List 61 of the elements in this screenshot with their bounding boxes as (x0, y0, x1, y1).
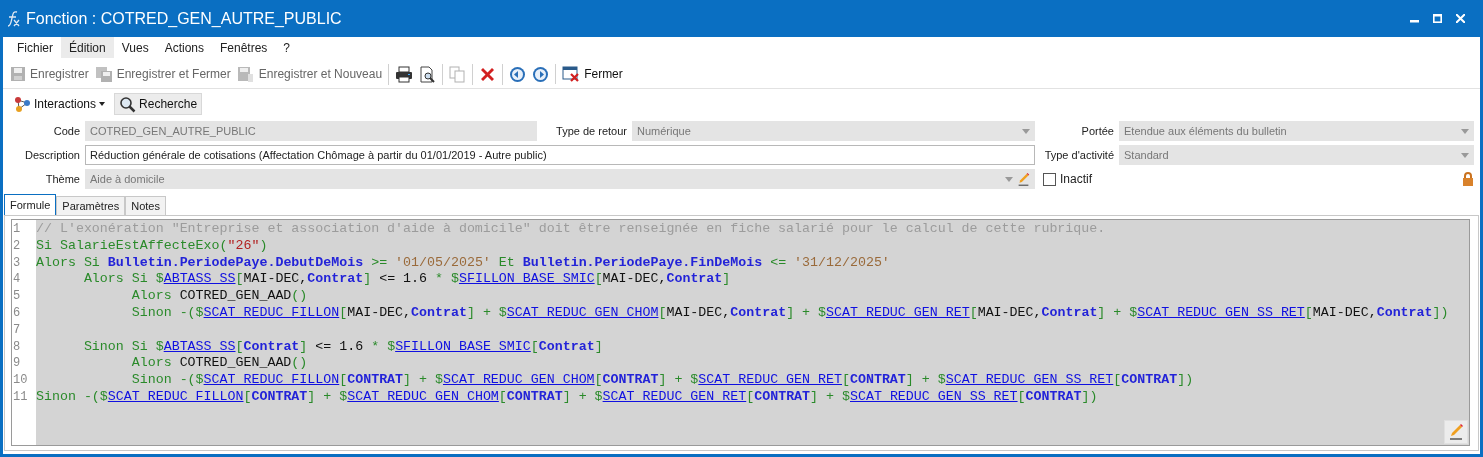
caret-icon (99, 102, 106, 106)
dropdown-field[interactable]: Etendue aux éléments du bulletin (1119, 121, 1474, 141)
text-field[interactable]: Réduction générale de cotisations (Affectation Chômage à partir du 01/01/2019 - Autre public) (85, 145, 1035, 165)
maximize-icon[interactable] (1433, 14, 1442, 23)
dropdown-field[interactable]: Numérique (632, 121, 1035, 141)
pencil-icon (1448, 424, 1464, 440)
code-line: Alors COTRED_GEN_AAD() (130, 355, 308, 373)
search-button[interactable]: Recherche (114, 93, 203, 115)
code-editor[interactable] (11, 219, 1470, 446)
toolbar-button[interactable]: Fermer (561, 64, 624, 84)
dropdown-field[interactable]: Standard (1119, 145, 1474, 165)
interactions-button[interactable]: Interactions (9, 93, 111, 115)
line-number: 8 (12, 338, 22, 356)
code-line: Sinon -($SCAT_REDUC_FILLON[CONTRAT] + $SCAT_REDUC_GEN_CHOM[CONTRAT] + $SCAT_REDUC_GEN_RET[CONTRAT] + $SCAT_REDUC_GEN_SS_RET[CONTRAT]) (130, 372, 1194, 389)
field-label: Code (52, 125, 80, 137)
checkbox-label: Inactif (1060, 172, 1093, 186)
tab[interactable]: Formule (4, 194, 57, 215)
line-number: 10 (12, 372, 29, 389)
floppy-page-icon (236, 66, 255, 82)
field-label: Type de retour (555, 125, 627, 137)
window-close-icon (562, 66, 581, 82)
tab[interactable]: Paramètres (56, 196, 126, 215)
close-icon[interactable] (1456, 14, 1465, 23)
tab[interactable]: Notes (125, 196, 166, 215)
text-field[interactable]: COTRED_GEN_AUTRE_PUBLIC (85, 121, 537, 141)
line-number: 9 (12, 355, 22, 373)
menu-item[interactable]: Actions (156, 37, 212, 58)
code-line: Alors Si Bulletin.PeriodePaye.DebutDeMois >= '01/05/2025' Et Bulletin.PeriodePaye.FinDeMois <= '31/12/2025' (36, 254, 890, 272)
field-label: Description (23, 149, 80, 161)
menu-item[interactable]: Vues (113, 37, 157, 58)
menu-item[interactable]: Fichier (9, 37, 61, 58)
dropdown-field[interactable]: Aide à domicile (85, 169, 1035, 189)
code-line: Sinon Si $ABTASS_SS[Contrat] <= 1.6 * $SFILLON_BASE_SMIC[Contrat] (82, 338, 603, 356)
window-title: Fonction : COTRED_GEN_AUTRE_PUBLIC (26, 9, 343, 28)
line-number: 3 (12, 254, 22, 272)
code-line: Alors Si $ABTASS_SS[MAI-DEC,Contrat] <= 1.6 * $SFILLON_BASE_SMIC[MAI-DEC,Contrat] (82, 271, 731, 289)
menu-item[interactable]: ? (275, 37, 299, 58)
search-icon (119, 95, 137, 113)
line-number: 1 (12, 221, 22, 238)
function-icon (6, 9, 20, 28)
code-line: Sinon -($SCAT_REDUC_FILLON[CONTRAT] + $SCAT_REDUC_GEN_CHOM[CONTRAT] + $SCAT_REDUC_GEN_RET[CONTRAT] + $SCAT_REDUC_GEN_SS_RET[CONTRAT]) (36, 388, 1098, 406)
field-label: Type d'activité (1043, 149, 1114, 161)
pencil-icon (1017, 172, 1030, 186)
line-number: 11 (12, 388, 29, 406)
line-number: 6 (12, 305, 22, 322)
checkbox[interactable] (1043, 172, 1056, 186)
field-label: Portée (1080, 125, 1114, 137)
line-number: 4 (12, 271, 22, 289)
menu-item[interactable]: Édition (61, 37, 114, 58)
field-label: Thème (44, 173, 80, 185)
menu-item[interactable]: Fenêtres (212, 37, 276, 58)
code-line: Alors COTRED_GEN_AAD() (130, 288, 308, 305)
line-number: 5 (12, 288, 22, 305)
edit-button[interactable] (1444, 420, 1468, 444)
line-number: 7 (12, 321, 22, 339)
code-line: Si SalarieEstAffecteExo("26") (36, 237, 268, 255)
network-nodes-icon (14, 95, 31, 113)
code-line: // L'exonération "Entreprise et association d'aide à domicile" doit être renseignée en fiche salarié pour le calcul de cette rubrique. (36, 221, 1106, 238)
floppy-disks-icon (94, 66, 113, 82)
code-line: Sinon -($SCAT_REDUC_FILLON[MAI-DEC,Contrat] + $SCAT_REDUC_GEN_CHOM[MAI-DEC,Contrat] + $SCAT_REDUC_GEN_RET[MAI-DEC,Contrat] + $SCAT_REDUC_GEN_SS_RET[MAI-DEC,Contrat]) (130, 305, 1449, 322)
line-number: 2 (12, 237, 22, 255)
